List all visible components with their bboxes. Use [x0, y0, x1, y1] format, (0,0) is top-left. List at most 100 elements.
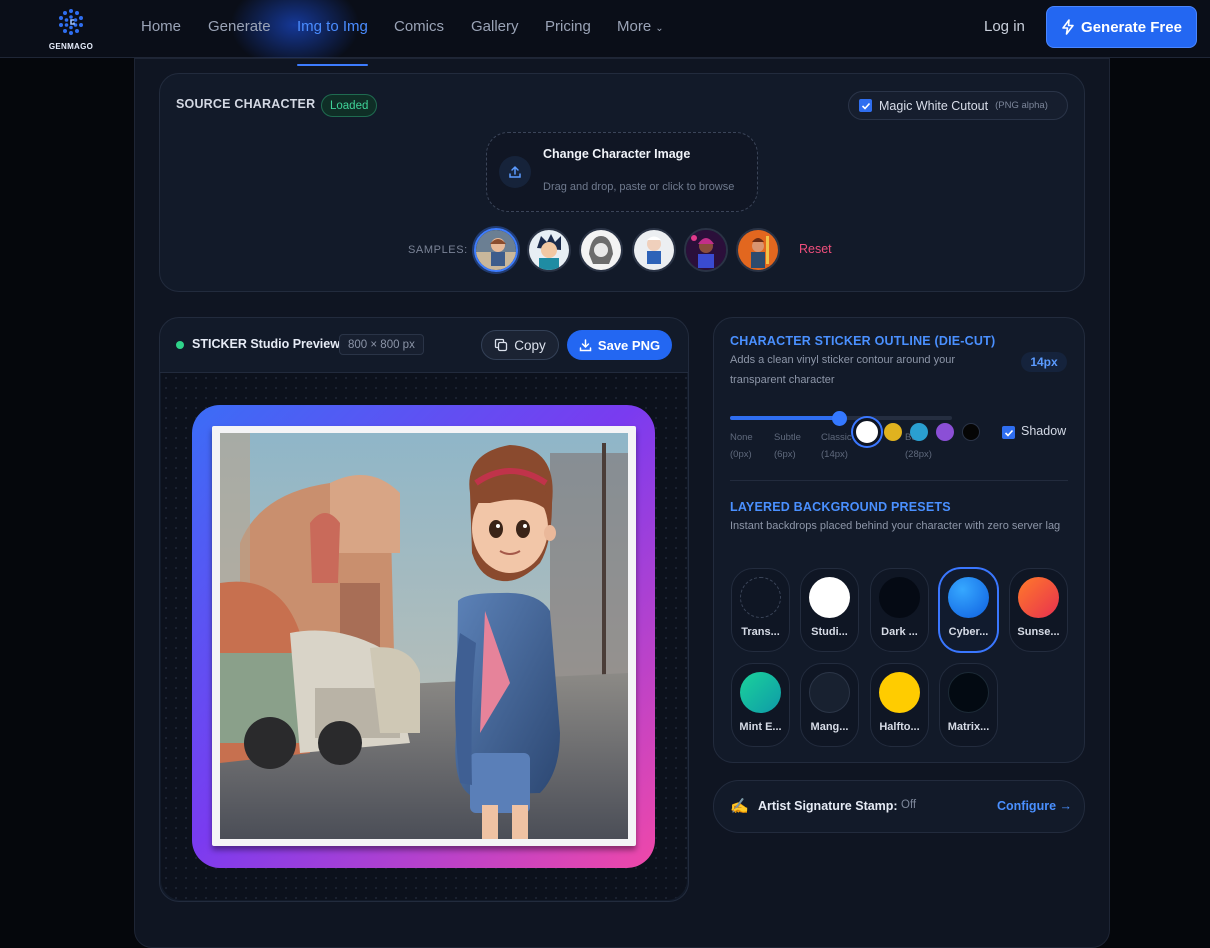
bg-preset-label: Trans... — [741, 626, 780, 638]
tick-px: (0px) — [730, 449, 752, 460]
tick-name: None — [730, 432, 753, 443]
nav-generate[interactable]: Generate — [208, 18, 271, 35]
bg-preset-manga[interactable]: Mang... — [800, 663, 859, 747]
backgrounds-title: LAYERED BACKGROUND PRESETS — [730, 500, 951, 514]
nav-more[interactable]: More ⌄ — [617, 18, 664, 35]
signature-status: Off — [901, 799, 917, 811]
outline-slider-thumb[interactable] — [832, 411, 847, 426]
bg-preset-swatch — [740, 577, 781, 618]
download-icon — [579, 338, 592, 351]
tick-px: (6px) — [774, 449, 796, 460]
outline-tick-classic[interactable]: Classic (14px) — [821, 429, 852, 463]
copy-label: Copy — [514, 337, 546, 353]
bg-preset-swatch — [809, 672, 850, 713]
bg-preset-label: Dark ... — [881, 626, 918, 638]
outline-color-cyan[interactable] — [910, 423, 928, 441]
save-png-label: Save PNG — [597, 337, 661, 353]
sample-avatar[interactable] — [527, 228, 571, 272]
bg-preset-label: Cyber... — [948, 626, 989, 638]
brand-name: GENMAGO — [48, 42, 94, 51]
check-icon — [861, 102, 870, 110]
reset-button[interactable]: Reset — [799, 242, 832, 256]
dropzone-subtitle: Drag and drop, paste or click to browse — [543, 181, 735, 193]
sample-avatar[interactable] — [632, 228, 676, 272]
samples-label: SAMPLES: — [408, 244, 468, 256]
tick-name: Classic — [821, 432, 852, 443]
shadow-checkbox[interactable] — [1002, 426, 1015, 439]
bg-preset-label: Mang... — [810, 721, 849, 733]
copy-button[interactable]: Copy — [481, 330, 559, 360]
bg-preset-transparent[interactable]: Trans... — [731, 568, 790, 652]
bg-preset-label: Studi... — [811, 626, 848, 638]
bg-preset-label: Matrix... — [947, 721, 990, 733]
magic-cutout-checkbox[interactable] — [859, 99, 872, 112]
magic-cutout-label: Magic White Cutout — [879, 98, 989, 113]
outline-color-black[interactable] — [962, 423, 980, 441]
sample-avatar[interactable] — [736, 228, 780, 272]
upload-icon — [499, 156, 531, 188]
bg-preset-swatch — [948, 672, 989, 713]
sample-avatar[interactable] — [474, 228, 518, 272]
bg-preset-swatch — [879, 672, 920, 713]
brand-logo[interactable]: GENMAGO — [44, 8, 98, 51]
nav-img-to-img[interactable]: Img to Img — [297, 18, 368, 35]
nav-more-label: More — [617, 18, 652, 35]
source-title: SOURCE CHARACTER — [176, 97, 316, 111]
configure-label: Configure — [997, 799, 1057, 813]
outline-color-gold[interactable] — [884, 423, 902, 441]
tick-px: (28px) — [905, 449, 932, 460]
preview-title: STICKER Studio Preview — [192, 337, 340, 351]
bg-preset-cyber[interactable]: Cyber... — [939, 568, 998, 652]
bg-preset-swatch — [948, 577, 989, 618]
dropzone-title: Change Character Image — [543, 147, 691, 161]
bg-preset-sunset[interactable]: Sunse... — [1009, 568, 1068, 652]
check-icon — [1004, 429, 1013, 437]
bg-preset-label: Mint E... — [739, 721, 782, 733]
magic-cutout-sub: (PNG alpha) — [995, 100, 1048, 111]
tick-px: (14px) — [821, 449, 848, 460]
shadow-label: Shadow — [1021, 424, 1067, 438]
outline-description: Adds a clean vinyl sticker contour aroun… — [730, 354, 956, 386]
bg-preset-label: Sunse... — [1017, 626, 1060, 638]
top-nav — [0, 0, 1210, 70]
section-divider — [730, 480, 1068, 481]
writing-hand-icon: ✍ — [730, 798, 749, 815]
save-png-button[interactable]: Save PNG — [567, 330, 672, 360]
chevron-down-icon: ⌄ — [655, 23, 664, 34]
login-link[interactable]: Log in — [984, 18, 1025, 35]
bg-preset-swatch — [879, 577, 920, 618]
outline-color-white[interactable] — [853, 418, 881, 446]
bg-preset-swatch — [1018, 577, 1059, 618]
bg-preset-dark[interactable]: Dark ... — [870, 568, 929, 652]
nav-gallery[interactable]: Gallery — [471, 18, 519, 35]
nav-home[interactable]: Home — [141, 18, 181, 35]
outline-slider-fill — [730, 416, 840, 420]
outline-tick-none[interactable]: None (0px) — [730, 429, 753, 463]
sample-avatar[interactable] — [684, 228, 728, 272]
bg-preset-studio[interactable]: Studi... — [800, 568, 859, 652]
lightning-icon — [1062, 19, 1074, 35]
magic-cutout-toggle[interactable]: Magic White Cutout (PNG alpha) — [848, 91, 1068, 120]
outline-title: CHARACTER STICKER OUTLINE (DIE-CUT) — [730, 334, 996, 348]
bg-preset-swatch — [740, 672, 781, 713]
bg-preset-mint[interactable]: Mint E... — [731, 663, 790, 747]
live-indicator-dot — [176, 341, 184, 349]
character-image — [220, 433, 628, 839]
outline-color-purple[interactable] — [936, 423, 954, 441]
tick-name: Subtle — [774, 432, 801, 443]
outline-tick-subtle[interactable]: Subtle (6px) — [774, 429, 801, 463]
bg-preset-matrix[interactable]: Matrix... — [939, 663, 998, 747]
nav-pricing[interactable]: Pricing — [545, 18, 591, 35]
bg-preset-halftone[interactable]: Halfto... — [870, 663, 929, 747]
active-tab-indicator — [297, 64, 368, 66]
sample-avatar[interactable] — [579, 228, 623, 272]
signature-label: Artist Signature Stamp: — [758, 799, 898, 813]
copy-icon — [495, 338, 508, 352]
generate-free-label: Generate Free — [1081, 18, 1182, 36]
generate-free-button[interactable]: Generate Free — [1046, 6, 1197, 48]
brand-logo-icon — [59, 9, 83, 35]
bg-preset-swatch — [809, 577, 850, 618]
nav-comics[interactable]: Comics — [394, 18, 444, 35]
configure-signature-link[interactable]: Configure → — [997, 799, 1072, 813]
backgrounds-description: Instant backdrops placed behind your cha… — [730, 520, 1061, 532]
